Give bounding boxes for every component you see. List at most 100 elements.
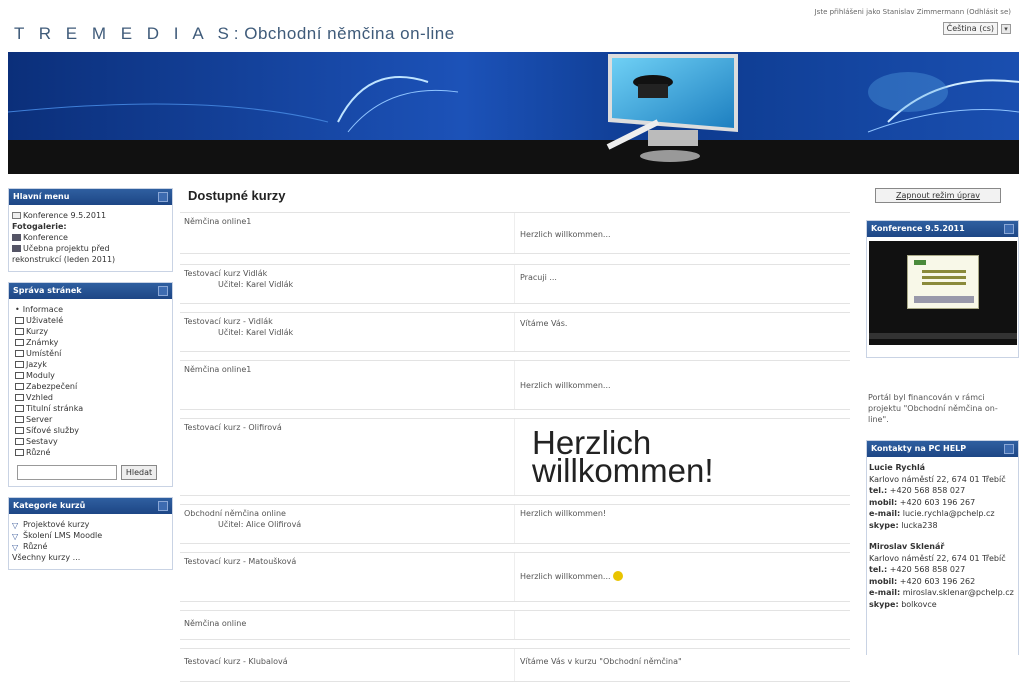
contact-skype: skype: lucka238 — [869, 520, 1015, 532]
course-name-link[interactable]: Testovací kurz - Matoušková — [184, 557, 296, 566]
chevron-down-icon[interactable]: ▾ — [1001, 23, 1011, 34]
main-menu-title: Hlavní menu — [13, 192, 70, 201]
admin-item-network[interactable]: Síťové služby — [15, 425, 169, 436]
admin-item-frontpage[interactable]: Titulní stránka — [15, 403, 169, 414]
contact-name: Miroslav Sklenář — [869, 542, 945, 551]
all-courses-link[interactable]: Všechny kurzy ... — [12, 552, 169, 563]
course-summary: Herzlich willkommen... — [520, 571, 623, 581]
menu-item-gallery-classroom-cont[interactable]: rekonstrukcí (leden 2011) — [12, 254, 169, 265]
contact-value: +420 568 858 027 — [889, 486, 966, 495]
categories-title: Kategorie kurzů — [13, 501, 86, 510]
folder-icon — [15, 383, 24, 390]
contacts-title: Kontakty na PC HELP — [871, 444, 967, 453]
course-row: Testovací kurz Vidlák Učitel: Karel Vidl… — [180, 264, 850, 304]
site-title[interactable]: T R E M E D I A S: Obchodní němčina on-l… — [14, 24, 455, 44]
contact-label: e-mail: — [869, 588, 901, 597]
folder-icon — [15, 317, 24, 324]
admin-item-label: Vzhled — [26, 393, 53, 402]
language-value: Čeština (cs) — [942, 22, 998, 35]
contact-name: Lucie Rychlá — [869, 463, 926, 472]
admin-item-label: Titulní stránka — [26, 404, 84, 413]
category-item[interactable]: ▽ Projektové kurzy — [12, 519, 169, 530]
site-banner — [8, 52, 1019, 174]
page-header: T R E M E D I A S: Obchodní němčina on-l… — [0, 0, 1019, 50]
course-teacher[interactable]: Učitel: Karel Vidlák — [218, 328, 293, 337]
category-label: Různé — [23, 542, 48, 551]
main-menu-header: Hlavní menu — [9, 189, 172, 205]
course-name-link[interactable]: Testovací kurz Vidlák — [184, 269, 267, 278]
category-icon: ▽ — [12, 543, 19, 552]
hide-block-icon[interactable] — [1004, 224, 1014, 234]
category-icon: ▽ — [12, 521, 19, 530]
admin-item-label: Uživatelé — [26, 316, 64, 325]
course-name-link[interactable]: Testovací kurz - Klubalová — [184, 657, 288, 666]
admin-item-security[interactable]: Zabezpečení — [15, 381, 169, 392]
admin-search-button[interactable]: Hledat — [121, 465, 157, 480]
admin-item-misc[interactable]: Různé — [15, 447, 169, 458]
contacts-header: Kontakty na PC HELP — [867, 441, 1018, 457]
conference-title: Konference 9.5.2011 — [871, 224, 965, 233]
contact-tel: tel.: +420 568 858 027 — [869, 485, 1015, 497]
course-teacher[interactable]: Učitel: Karel Vidlák — [218, 280, 293, 289]
contact-email-link[interactable]: lucie.rychla@pchelp.cz — [903, 509, 995, 518]
folder-icon — [15, 427, 24, 434]
admin-item-label: Sestavy — [26, 437, 58, 446]
image-icon — [12, 245, 21, 252]
course-summary: Pracuji ... — [520, 273, 557, 282]
admin-item-modules[interactable]: Moduly — [15, 370, 169, 381]
conference-video[interactable] — [869, 241, 1017, 345]
admin-item-location[interactable]: Umístění — [15, 348, 169, 359]
course-name-link[interactable]: Němčina online — [184, 619, 246, 628]
folder-icon — [15, 339, 24, 346]
category-label: Projektové kurzy — [23, 520, 90, 529]
hide-block-icon[interactable] — [158, 286, 168, 296]
contact-label: e-mail: — [869, 509, 901, 518]
course-name-link[interactable]: Němčina online1 — [184, 217, 251, 226]
admin-item-grades[interactable]: Známky — [15, 337, 169, 348]
contact-email-link[interactable]: miroslav.sklenar@pchelp.cz — [903, 588, 1014, 597]
left-column: Hlavní menu Konference 9.5.2011 Fotogale… — [8, 188, 173, 580]
categories-header: Kategorie kurzů — [9, 498, 172, 514]
admin-search-input[interactable] — [17, 465, 117, 480]
edit-mode-button[interactable]: Zapnout režim úprav — [875, 188, 1001, 203]
slide-preview — [907, 255, 979, 309]
folder-icon — [15, 405, 24, 412]
admin-item-users[interactable]: Uživatelé — [15, 315, 169, 326]
video-controls-bar[interactable] — [869, 333, 1017, 339]
menu-item-gallery-conference[interactable]: Konference — [12, 232, 169, 243]
admin-item-courses[interactable]: Kurzy — [15, 326, 169, 337]
course-name-link[interactable]: Němčina online1 — [184, 365, 251, 374]
language-select[interactable]: Čeština (cs) ▾ — [942, 22, 1011, 35]
course-name-link[interactable]: Testovací kurz - Vidlák — [184, 317, 273, 326]
course-summary: Vítáme Vás. — [520, 319, 568, 328]
course-teacher[interactable]: Učitel: Alice Olifirová — [218, 520, 301, 529]
site-admin-header: Správa stránek — [9, 283, 172, 299]
category-item[interactable]: ▽ Školení LMS Moodle — [12, 530, 169, 541]
admin-item-label: Server — [26, 415, 53, 424]
menu-heading-gallery: Fotogalerie: — [12, 222, 67, 231]
login-info[interactable]: Jste přihlášeni jako Stanislav Zimmerman… — [815, 8, 1011, 16]
menu-item-gallery-classroom[interactable]: Učebna projektu před — [12, 243, 169, 254]
admin-item-reports[interactable]: Sestavy — [15, 436, 169, 447]
hide-block-icon[interactable] — [158, 192, 168, 202]
admin-item-server[interactable]: Server — [15, 414, 169, 425]
admin-item-language[interactable]: Jazyk — [15, 359, 169, 370]
contact-address: Karlovo náměstí 22, 674 01 Třebíč — [869, 474, 1006, 484]
banner-graphic-icon — [8, 52, 1019, 174]
hide-block-icon[interactable] — [158, 501, 168, 511]
admin-item-label: Různé — [26, 448, 51, 457]
contact-value: bolkovce — [901, 599, 937, 609]
category-item[interactable]: ▽ Různé — [12, 541, 169, 552]
menu-item-conference[interactable]: Konference 9.5.2011 — [12, 210, 169, 221]
admin-item-notifications[interactable]: • Informace — [15, 304, 169, 315]
course-name-link[interactable]: Obchodní němčina online — [184, 509, 286, 518]
contact-skype: skype: bolkovce — [869, 599, 1015, 611]
site-title-rest: : Obchodní němčina on-line — [233, 24, 455, 43]
admin-item-appearance[interactable]: Vzhled — [15, 392, 169, 403]
main-menu-block: Hlavní menu Konference 9.5.2011 Fotogale… — [8, 188, 173, 272]
contact-label: skype: — [869, 599, 899, 609]
course-name-link[interactable]: Testovací kurz - Olifirová — [184, 423, 282, 432]
contact-tel: tel.: +420 568 858 027 — [869, 564, 1015, 576]
category-label: Školení LMS Moodle — [23, 531, 103, 540]
hide-block-icon[interactable] — [1004, 444, 1014, 454]
